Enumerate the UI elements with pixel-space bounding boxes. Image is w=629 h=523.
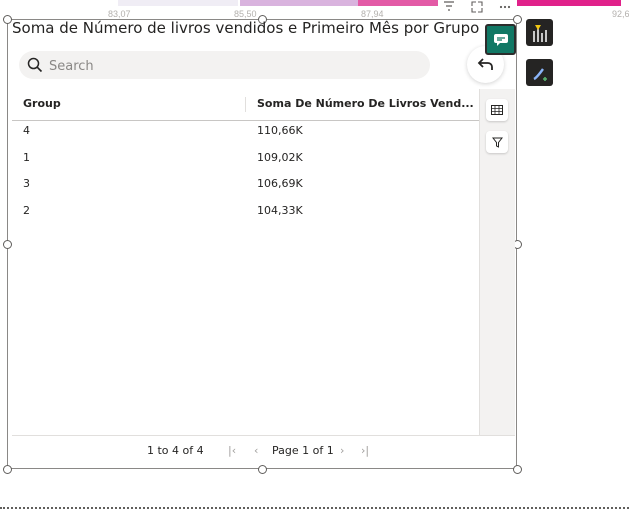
table-cell-value[interactable]: 104,33K <box>257 204 303 217</box>
search-box[interactable] <box>19 51 430 79</box>
focus-mode-icon[interactable] <box>470 0 484 13</box>
resize-handle-tr[interactable] <box>513 15 522 24</box>
chart-bar-lilac <box>240 0 358 6</box>
filter-lines-icon[interactable] <box>442 0 456 13</box>
column-header-group[interactable]: Group <box>23 97 61 110</box>
axis-tick: 87,94 <box>361 9 384 19</box>
first-page-icon[interactable]: |‹ <box>228 444 236 457</box>
page-label: Page 1 of 1 <box>272 444 334 457</box>
resize-handle-bl[interactable] <box>3 465 12 474</box>
axis-tick: 83,07 <box>108 9 131 19</box>
visual-title: Soma de Número de livros vendidos e Prim… <box>12 19 480 37</box>
search-input[interactable] <box>47 55 421 77</box>
table-cell-group[interactable]: 4 <box>23 124 30 137</box>
next-page-icon[interactable]: › <box>340 444 344 457</box>
resize-handle-tl[interactable] <box>3 15 12 24</box>
table-view-button[interactable] <box>486 99 508 121</box>
chart-bar-light <box>118 0 238 6</box>
table-cell-group[interactable]: 3 <box>23 177 30 190</box>
resize-handle-bc[interactable] <box>258 465 267 474</box>
copilot-chat-icon <box>493 33 508 46</box>
chart-bar-pink <box>358 0 438 6</box>
copilot-chat-button[interactable] <box>485 24 516 55</box>
chart-bar-magenta <box>517 0 621 6</box>
column-resize-handle[interactable] <box>245 97 246 112</box>
table-cell-value[interactable]: 106,69K <box>257 177 303 190</box>
axis-tick: 85,50 <box>234 9 257 19</box>
page-boundary <box>0 507 629 509</box>
undo-arrow-icon <box>477 57 493 70</box>
last-page-icon[interactable]: ›| <box>361 444 369 457</box>
header-divider <box>12 120 479 121</box>
axis-tick: 92,6 <box>612 9 629 19</box>
search-icon <box>27 57 43 73</box>
filter-button[interactable] <box>486 131 508 153</box>
data-table: Group Soma De Número De Livros Vend... 4… <box>12 89 479 435</box>
table-grid-icon <box>491 105 503 115</box>
more-options-icon[interactable] <box>498 0 512 13</box>
format-visual-icon <box>532 24 547 42</box>
column-header-value[interactable]: Soma De Número De Livros Vend... <box>257 97 474 110</box>
footer-divider <box>12 435 515 436</box>
prev-page-icon[interactable]: ‹ <box>254 444 258 457</box>
row-range-label: 1 to 4 of 4 <box>147 444 204 457</box>
format-visual-button[interactable] <box>526 19 553 46</box>
analytics-button[interactable] <box>526 59 553 86</box>
resize-handle-br[interactable] <box>513 465 522 474</box>
resize-handle-ml[interactable] <box>3 240 12 249</box>
table-cell-value[interactable]: 109,02K <box>257 151 303 164</box>
table-side-rail <box>479 89 515 435</box>
analytics-brush-icon <box>532 67 547 81</box>
table-cell-value[interactable]: 110,66K <box>257 124 303 137</box>
filter-funnel-icon <box>491 137 503 148</box>
table-cell-group[interactable]: 2 <box>23 204 30 217</box>
table-cell-group[interactable]: 1 <box>23 151 30 164</box>
